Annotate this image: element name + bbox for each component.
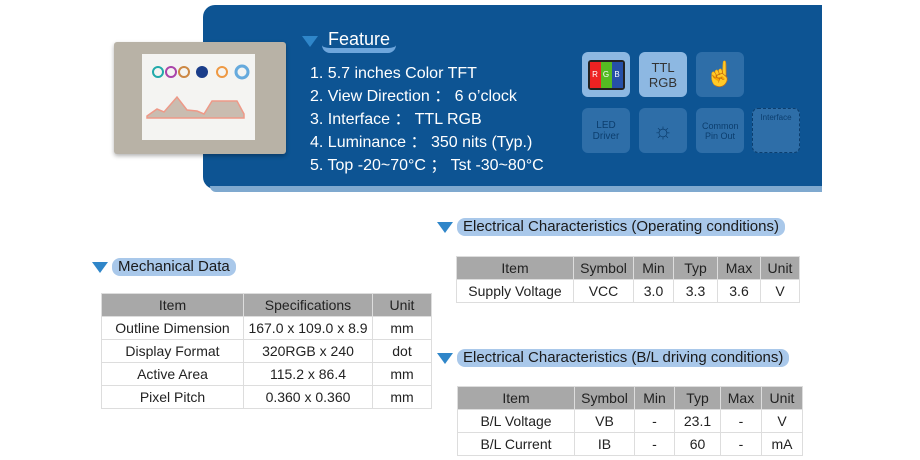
cell: 115.2 x 86.4	[243, 362, 373, 386]
touch-icon: ☝	[696, 52, 744, 97]
cell: -	[634, 409, 675, 433]
rgb-r: R	[589, 61, 601, 88]
sun-icon: ☼	[639, 108, 687, 153]
mechanical-heading: Mechanical Data	[92, 258, 236, 276]
table-row: Display Format 320RGB x 240 dot	[101, 339, 432, 363]
lcd-module-image	[114, 42, 286, 154]
ttl-rgb-icon: TTL RGB	[639, 52, 687, 97]
cell: Pixel Pitch	[101, 385, 244, 409]
elec-op-title: Electrical Characteristics (Operating co…	[457, 218, 785, 236]
cell: mm	[372, 362, 432, 386]
header-cell: Item	[456, 256, 574, 280]
header-cell: Min	[634, 386, 675, 410]
header-cell: Item	[457, 386, 575, 410]
cell: 0.360 x 0.360	[243, 385, 373, 409]
table-row: B/L Voltage VB -23.1- V	[457, 409, 803, 433]
header-cell: Specifications	[243, 293, 373, 317]
header-cell: Item	[101, 293, 244, 317]
feature-item: 2. View Direction ： 6 o’clock	[310, 88, 517, 105]
interface-label: Interface	[760, 113, 792, 122]
rgb-g: G	[600, 61, 612, 88]
table-row: B/L Current IB -60- mA	[457, 432, 803, 456]
feature-list: 1. 5.7 inches Color TFT 2. View Directio…	[310, 62, 544, 177]
cell: VB	[574, 409, 635, 433]
mechanical-table: Item Specifications Unit Outline Dimension…	[101, 293, 432, 409]
header-cell: Max	[720, 386, 762, 410]
cell: 3.0	[633, 279, 674, 303]
table-row: Supply Voltage VCC 3.0 3.3 3.6 V	[456, 279, 800, 303]
led-driver-label: LED Driver	[592, 119, 620, 142]
cell: -	[720, 409, 762, 433]
feature-item: 3. Interface ： TTL RGB	[310, 111, 482, 128]
elec-op-heading: Electrical Characteristics (Operating co…	[437, 218, 785, 236]
feature-item: 1. 5.7 inches Color TFT	[310, 65, 477, 82]
table-header: Item Symbol Min Typ Max Unit	[456, 256, 800, 280]
elec-bl-title: Electrical Characteristics (B/L driving …	[457, 349, 790, 367]
header-cell: Typ	[673, 256, 718, 280]
screen-graphic	[146, 64, 250, 119]
panel-edge	[210, 186, 822, 192]
table-row: Active Area 115.2 x 86.4 mm	[101, 362, 432, 386]
cell: mm	[372, 316, 432, 340]
mechanical-title: Mechanical Data	[112, 258, 236, 276]
common-pin-label: Common Pin Out	[702, 120, 739, 141]
cell: IB	[574, 432, 635, 456]
header-cell: Unit	[372, 293, 432, 317]
cell: 3.6	[717, 279, 761, 303]
cell: -	[720, 432, 762, 456]
header-cell: Unit	[761, 386, 803, 410]
triangle-marker-icon	[437, 352, 453, 364]
triangle-marker-icon	[437, 221, 453, 233]
cell: Display Format	[101, 339, 244, 363]
triangle-marker-icon	[92, 261, 108, 273]
cell: mA	[761, 432, 803, 456]
feature-item: 5. Top -20~70°C ； Tst -30~80°C	[310, 157, 544, 174]
triangle-marker-icon	[302, 36, 318, 47]
rgb-label: RGB	[648, 74, 678, 90]
cell: mm	[372, 385, 432, 409]
header-cell: Typ	[674, 386, 721, 410]
cell: B/L Voltage	[457, 409, 575, 433]
table-row: Pixel Pitch 0.360 x 0.360 mm	[101, 385, 432, 409]
cell: V	[761, 409, 803, 433]
elec-op-table: Item Symbol Min Typ Max Unit Supply Voltage VC…	[456, 256, 800, 303]
feature-item: 4. Luminance ： 350 nits (Typ.)	[310, 134, 533, 151]
cell: 60	[674, 432, 721, 456]
cell: Outline Dimension	[101, 316, 244, 340]
table-header: Item Specifications Unit	[101, 293, 432, 317]
cell: B/L Current	[457, 432, 575, 456]
ttl-label: TTL	[651, 59, 675, 75]
cell: 23.1	[674, 409, 721, 433]
elec-bl-heading: Electrical Characteristics (B/L driving …	[437, 349, 790, 367]
rgb-icon: R G B	[582, 52, 630, 97]
cell: 3.3	[673, 279, 718, 303]
cell: -	[634, 432, 675, 456]
header-cell: Symbol	[574, 386, 635, 410]
cell: V	[760, 279, 800, 303]
table-row: Outline Dimension 167.0 x 109.0 x 8.9 mm	[101, 316, 432, 340]
elec-bl-table: Item Symbol Min Typ Max Unit B/L Voltage VB -23…	[457, 386, 803, 456]
rgb-b: B	[611, 61, 623, 88]
header-cell: Max	[717, 256, 761, 280]
cell: Supply Voltage	[456, 279, 574, 303]
interface-icon: Interface	[752, 108, 800, 153]
feature-heading: Feature	[302, 30, 397, 53]
header-cell: Unit	[760, 256, 800, 280]
header-cell: Symbol	[573, 256, 634, 280]
cell: 167.0 x 109.0 x 8.9	[243, 316, 373, 340]
cell: 320RGB x 240	[243, 339, 373, 363]
cell: VCC	[573, 279, 634, 303]
cell: dot	[372, 339, 432, 363]
cell: Active Area	[101, 362, 244, 386]
header-cell: Min	[633, 256, 674, 280]
feature-title: Feature	[322, 30, 397, 53]
common-pin-out-icon: Common Pin Out	[696, 108, 744, 153]
led-driver-icon: LED Driver	[582, 108, 630, 153]
table-header: Item Symbol Min Typ Max Unit	[457, 386, 803, 410]
lcd-screen	[142, 54, 255, 140]
